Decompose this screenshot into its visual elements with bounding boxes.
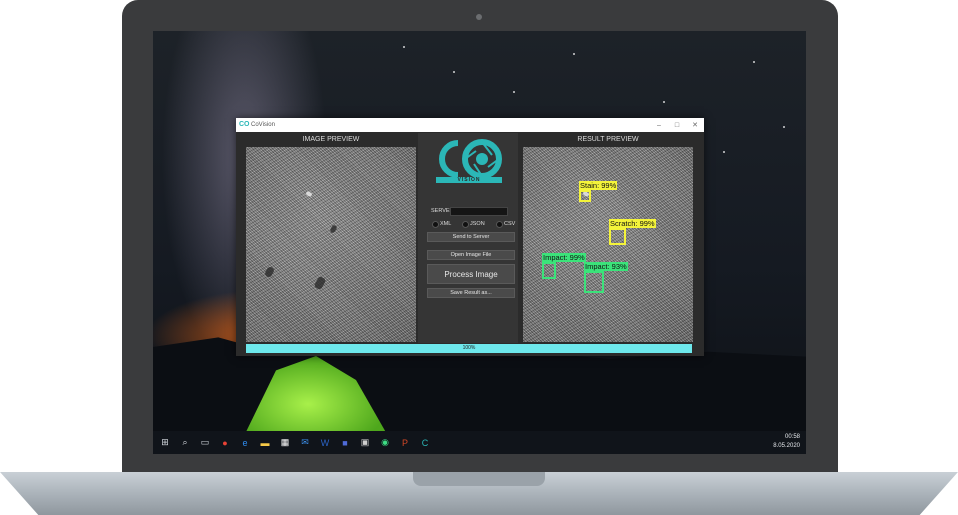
edge-icon[interactable]: e <box>235 431 255 454</box>
terminal-icon[interactable]: ▣ <box>355 431 375 454</box>
radio-csv-label: CSV <box>504 221 516 227</box>
app-window: CO CoVision – □ ✕ IMAGE PREVIEW RESULT P… <box>236 118 704 356</box>
window-title: CoVision <box>251 122 275 128</box>
android-studio-icon[interactable]: ◉ <box>375 431 395 454</box>
result-preview: Stain: 99% Scratch: 99% Impact: 99% Impa… <box>523 147 693 342</box>
file-explorer-icon[interactable]: ▬ <box>255 431 275 454</box>
open-image-file-button[interactable]: Open Image File <box>427 250 515 260</box>
close-button[interactable]: ✕ <box>686 118 704 132</box>
windows-start-icon[interactable]: ⊞ <box>155 431 175 454</box>
detection-box <box>609 228 626 245</box>
detection-label: Stain: 99% <box>579 181 618 190</box>
save-result-button[interactable]: Save Result as... <box>427 288 515 298</box>
app-logo-icon: CO <box>239 121 250 128</box>
powerpoint-icon[interactable]: P <box>395 431 415 454</box>
radio-json-label: JSON <box>470 221 485 227</box>
maximize-button[interactable]: □ <box>668 118 686 132</box>
detection-box <box>584 271 604 293</box>
task-view-icon[interactable]: ▭ <box>195 431 215 454</box>
image-preview-heading: IMAGE PREVIEW <box>302 136 360 143</box>
taskbar: ⊞ ⌕ ▭ ● e ▬ ▦ ✉ W ■ ▣ ◉ P C 00:58 8.05.2… <box>153 431 806 454</box>
minimize-button[interactable]: – <box>650 118 668 132</box>
detection-box <box>542 262 556 279</box>
image-preview <box>246 147 416 342</box>
mail-icon[interactable]: ✉ <box>295 431 315 454</box>
laptop-notch <box>413 472 545 486</box>
search-icon[interactable]: ⌕ <box>175 431 195 454</box>
radio-json[interactable] <box>462 221 469 228</box>
vision-label: VISION <box>436 177 502 183</box>
clock-time: 00:58 <box>784 434 800 440</box>
progress-bar: 100% <box>246 344 692 353</box>
chrome-icon[interactable]: ● <box>215 431 235 454</box>
covision-icon[interactable]: C <box>415 431 435 454</box>
covision-logo-icon <box>439 139 502 179</box>
detection-label: Impact: 99% <box>542 253 586 262</box>
detection-label: Impact: 93% <box>584 262 628 271</box>
detection-box <box>579 190 591 202</box>
taskbar-clock[interactable]: 00:58 8.05.2020 <box>773 433 800 451</box>
server-input[interactable] <box>450 207 508 216</box>
result-preview-heading: RESULT PREVIEW <box>577 136 639 143</box>
progress-text: 100% <box>462 345 476 351</box>
title-bar: CO CoVision – □ ✕ <box>236 118 704 132</box>
clock-date: 8.05.2020 <box>773 443 800 449</box>
radio-xml[interactable] <box>432 221 439 228</box>
app-icon[interactable]: ■ <box>335 431 355 454</box>
store-icon[interactable]: ▦ <box>275 431 295 454</box>
desktop-screen: CO CoVision – □ ✕ IMAGE PREVIEW RESULT P… <box>153 31 806 454</box>
word-icon[interactable]: W <box>315 431 335 454</box>
process-image-button[interactable]: Process Image <box>427 264 515 284</box>
webcam <box>476 14 482 20</box>
control-panel: VISION SERVER: XML JSON CSV Send to Serv… <box>418 133 518 343</box>
radio-csv[interactable] <box>496 221 503 228</box>
send-to-server-button[interactable]: Send to Server <box>427 232 515 242</box>
detection-label: Scratch: 99% <box>609 219 656 228</box>
radio-xml-label: XML <box>440 221 452 227</box>
